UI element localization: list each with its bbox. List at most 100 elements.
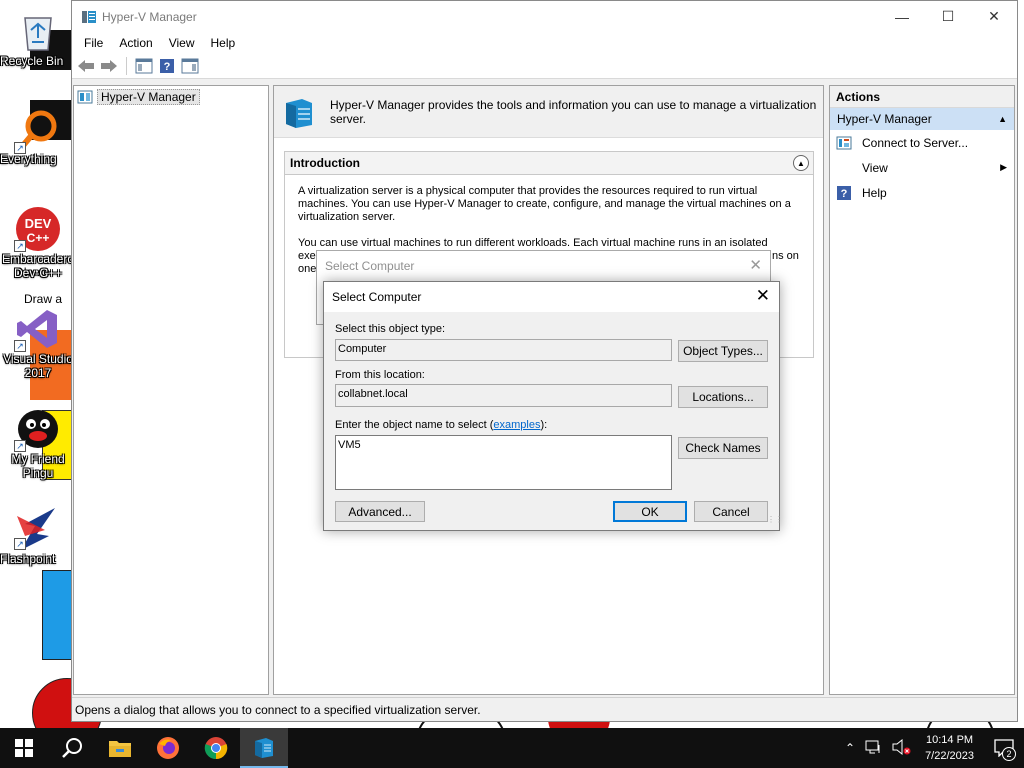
location-field: collabnet.local xyxy=(335,384,672,407)
actions-header: Actions xyxy=(830,86,1014,108)
flashpoint-label: Flashpoint xyxy=(0,552,56,566)
select-computer-dialog: Select Computer ✕ Select this object typ… xyxy=(323,281,783,531)
resize-grip-icon[interactable]: ⋮⋮ xyxy=(767,516,783,528)
location-label: From this location: xyxy=(335,369,425,381)
search-button[interactable] xyxy=(48,728,96,768)
check-names-button[interactable]: Check Names xyxy=(678,437,768,459)
shortcut-arrow-icon: ↗ xyxy=(14,340,26,352)
close-button[interactable]: ✕ xyxy=(971,1,1017,32)
menu-action[interactable]: Action xyxy=(111,36,160,50)
object-type-field: Computer xyxy=(335,339,672,361)
wallpaper-shape-blue xyxy=(42,570,72,660)
desktop-icon-visual-studio[interactable]: Visual Studio 2017 xyxy=(0,306,76,380)
volume-muted-icon[interactable] xyxy=(887,738,915,758)
desktop-icon-flashpoint[interactable]: Flashpoint xyxy=(0,506,76,566)
nav-item-hyperv-manager[interactable]: Hyper-V Manager xyxy=(77,88,268,106)
desktop-icon-recycle-bin[interactable]: Recycle Bin xyxy=(0,8,76,68)
toolbar: ? xyxy=(72,53,1017,79)
toolbar-separator xyxy=(126,56,127,75)
object-types-button[interactable]: Object Types... xyxy=(678,340,768,362)
title-bar[interactable]: Hyper-V Manager — ☐ ✕ xyxy=(72,1,1017,32)
taskbar-chrome[interactable] xyxy=(192,728,240,768)
center-header: Hyper-V Manager provides the tools and i… xyxy=(274,86,823,138)
desktop-icon-pingu[interactable]: My Friend Pingu xyxy=(0,406,76,480)
dialog-title: Select Computer xyxy=(332,290,422,304)
hyperv-server-icon xyxy=(282,95,316,129)
show-hide-tree-icon[interactable] xyxy=(134,56,154,76)
connect-server-icon xyxy=(836,135,852,151)
firefox-icon xyxy=(157,737,179,759)
hyperv-app-icon xyxy=(81,9,97,25)
svg-text:?: ? xyxy=(841,188,848,200)
object-name-textarea[interactable]: VM5 xyxy=(335,435,672,490)
action-center-button[interactable]: 2 xyxy=(984,728,1024,768)
recycle-bin-icon xyxy=(15,8,61,54)
hyperv-manager-node-icon xyxy=(77,89,93,105)
window-title: Hyper-V Manager xyxy=(102,9,197,24)
folder-icon xyxy=(109,741,131,757)
shortcut-arrow-icon: ↗ xyxy=(14,240,26,252)
introduction-paragraph-2-line-3: one xyxy=(298,263,317,275)
search-icon xyxy=(62,738,82,758)
pingu-label: My Friend Pingu xyxy=(11,452,65,480)
shortcut-arrow-icon: ↗ xyxy=(14,538,26,550)
introduction-paragraph-2-line-2-end: ns on xyxy=(772,250,799,262)
advanced-button[interactable]: Advanced... xyxy=(335,501,425,522)
action-view[interactable]: View ▶ xyxy=(830,155,1014,180)
locations-button[interactable]: Locations... xyxy=(678,386,768,408)
notification-count-badge: 2 xyxy=(1002,747,1016,761)
hyperv-manager-icon xyxy=(255,738,273,758)
network-icon[interactable] xyxy=(861,739,887,758)
actions-group-label: Hyper-V Manager xyxy=(837,112,932,126)
taskbar-firefox[interactable] xyxy=(144,728,192,768)
close-icon[interactable]: ✕ xyxy=(756,286,770,306)
clock[interactable]: 10:14 PM 7/22/2023 xyxy=(915,732,984,764)
action-connect-label: Connect to Server... xyxy=(862,135,969,150)
introduction-title: Introduction xyxy=(290,156,360,170)
ok-button[interactable]: OK xyxy=(613,501,687,522)
maximize-button[interactable]: ☐ xyxy=(925,1,971,32)
examples-link[interactable]: examples xyxy=(493,419,540,431)
action-connect-to-server[interactable]: Connect to Server... xyxy=(830,130,1014,155)
nav-item-label: Hyper-V Manager xyxy=(97,89,200,105)
collapse-up-icon[interactable]: ▲ xyxy=(793,155,809,171)
start-button[interactable] xyxy=(0,728,48,768)
help-icon: ? xyxy=(836,185,852,201)
menu-view[interactable]: View xyxy=(161,36,203,50)
status-bar: Opens a dialog that allows you to connec… xyxy=(72,697,1017,721)
wallpaper-text-draw: Draw a xyxy=(24,292,63,306)
show-hidden-icons-chevron-icon[interactable]: ⌃ xyxy=(839,741,861,755)
desktop-icon-everything[interactable]: Everything xyxy=(0,106,76,166)
svg-text:C++: C++ xyxy=(27,231,50,245)
forward-arrow-icon[interactable] xyxy=(99,56,119,76)
introduction-header[interactable]: Introduction ▲ xyxy=(285,152,813,175)
object-name-label-prefix: Enter the object name to select ( xyxy=(335,419,494,431)
shortcut-arrow-icon: ↗ xyxy=(14,142,26,154)
taskbar-file-explorer[interactable] xyxy=(96,728,144,768)
system-tray: ⌃ 10:14 PM 7/22/2023 2 xyxy=(839,728,1024,768)
close-icon[interactable]: ✕ xyxy=(749,256,762,274)
cancel-button[interactable]: Cancel xyxy=(694,501,768,522)
menu-help[interactable]: Help xyxy=(203,36,244,50)
help-icon[interactable]: ? xyxy=(157,56,177,76)
inactive-dialog-title: Select Computer xyxy=(325,259,415,273)
clock-date: 7/22/2023 xyxy=(925,750,974,762)
submenu-arrow-icon: ▶ xyxy=(1000,162,1007,172)
devcpp-label: Embarcadero Dev-C++ xyxy=(1,252,75,280)
center-header-text: Hyper-V Manager provides the tools and i… xyxy=(330,97,817,126)
svg-text:?: ? xyxy=(164,61,171,73)
back-arrow-icon[interactable] xyxy=(76,56,96,76)
actions-group-hyperv-manager[interactable]: Hyper-V Manager ▲ xyxy=(830,108,1014,130)
menu-bar: File Action View Help xyxy=(72,32,1017,53)
desktop-icon-devcpp[interactable]: DEV C++ Embarcadero Dev-C++ xyxy=(0,206,76,280)
action-view-label: View xyxy=(862,160,888,175)
minimize-button[interactable]: — xyxy=(879,1,925,32)
taskbar-hyperv-manager[interactable] xyxy=(240,728,288,768)
taskbar: ⌃ 10:14 PM 7/22/2023 2 xyxy=(0,728,1024,768)
show-hide-action-pane-icon[interactable] xyxy=(180,56,200,76)
menu-file[interactable]: File xyxy=(76,36,111,50)
action-help[interactable]: ? Help xyxy=(830,180,1014,205)
navigation-pane: Hyper-V Manager xyxy=(73,85,269,695)
object-name-label: Enter the object name to select (example… xyxy=(335,419,547,431)
windows-logo-icon xyxy=(15,739,33,757)
